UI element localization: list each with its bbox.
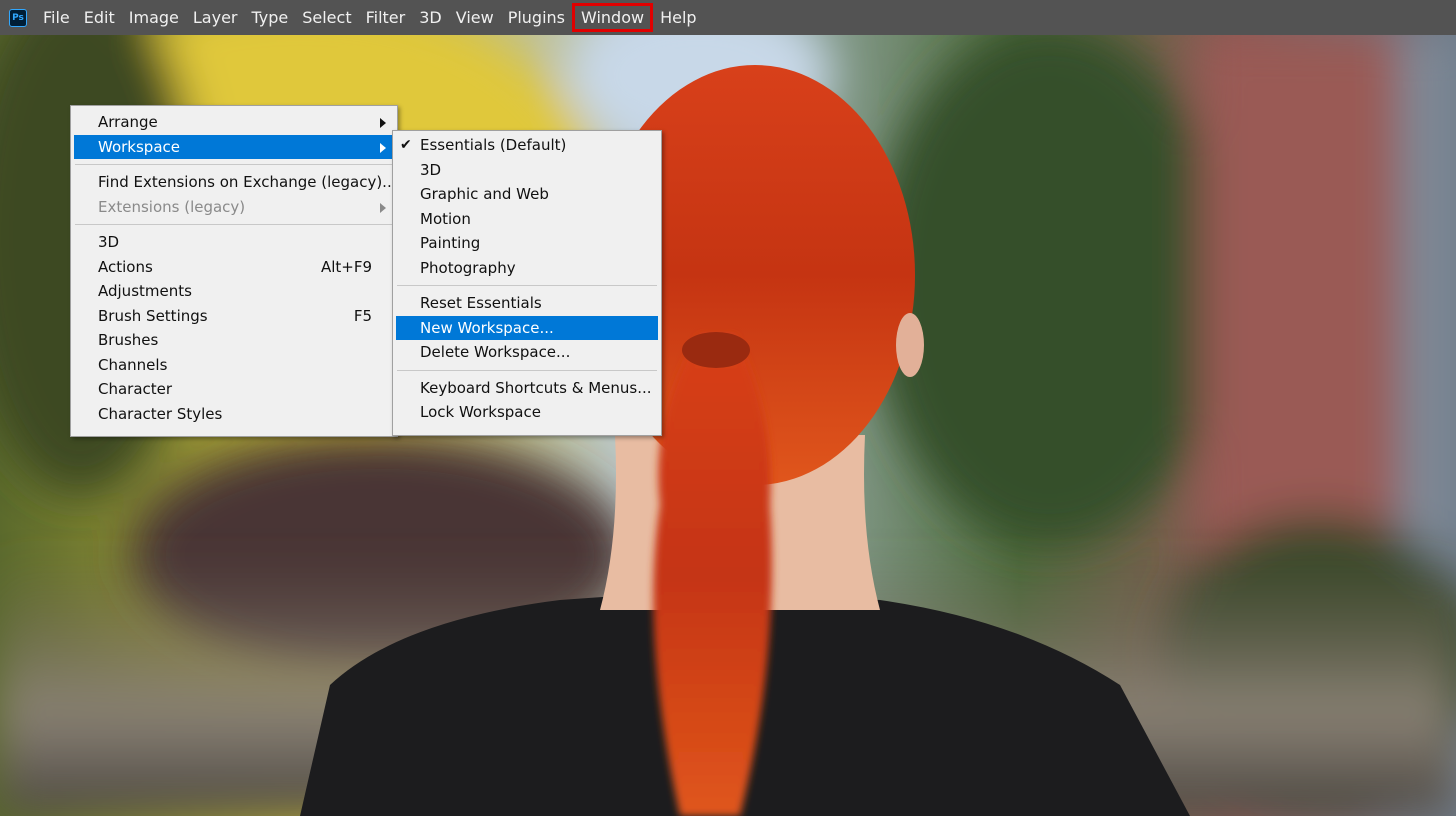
- menu-item-painting[interactable]: Painting: [396, 231, 658, 256]
- menu-file[interactable]: File: [36, 3, 77, 32]
- menu-item-adjustments[interactable]: Adjustments: [74, 279, 394, 304]
- menu-item-workspace[interactable]: Workspace: [74, 134, 394, 159]
- photoshop-logo-icon: Ps: [9, 8, 27, 27]
- menu-item-motion[interactable]: Motion: [396, 207, 658, 232]
- menu-item-find-extensions[interactable]: Find Extensions on Exchange (legacy)...: [74, 170, 397, 195]
- window-menu: Arrange Workspace Find Extensions on Exc…: [70, 105, 398, 437]
- menu-plugins[interactable]: Plugins: [501, 3, 572, 32]
- menu-item-motion-label: Motion: [420, 209, 471, 228]
- menu-item-graphic-web[interactable]: Graphic and Web: [396, 182, 658, 207]
- menu-item-arrange[interactable]: Arrange: [74, 110, 394, 135]
- menu-item-essentials-label: Essentials (Default): [420, 136, 567, 154]
- menu-window[interactable]: Window: [572, 3, 654, 32]
- menu-item-essentials[interactable]: ✔ Essentials (Default): [396, 133, 658, 158]
- menu-item-lock-workspace-label: Lock Workspace: [420, 403, 541, 421]
- menu-item-workspace-label: Workspace: [98, 137, 180, 156]
- menu-item-character-label: Character: [98, 380, 173, 398]
- submenu-arrow-icon: [380, 202, 386, 213]
- menu-item-character[interactable]: Character: [74, 377, 394, 402]
- menu-item-reset-essentials-label: Reset Essentials: [420, 294, 542, 312]
- menu-item-brush-settings-label: Brush Settings: [98, 306, 208, 325]
- menu-item-extensions: Extensions (legacy): [74, 195, 394, 220]
- menu-item-new-workspace-label: New Workspace...: [420, 318, 554, 337]
- menu-edit[interactable]: Edit: [77, 3, 122, 32]
- workspace-submenu: ✔ Essentials (Default) 3D Graphic and We…: [392, 130, 662, 436]
- menu-item-channels-label: Channels: [98, 355, 168, 374]
- menu-item-brushes[interactable]: Brushes: [74, 328, 394, 353]
- menu-item-delete-workspace[interactable]: Delete Workspace...: [396, 340, 658, 365]
- menu-separator: [75, 164, 393, 165]
- menu-separator: [397, 369, 657, 371]
- menu-item-actions-shortcut: Alt+F9: [320, 257, 372, 276]
- menu-item-photography-label: Photography: [420, 258, 516, 277]
- menu-item-actions[interactable]: Actions Alt+F9: [74, 255, 394, 280]
- menu-view[interactable]: View: [449, 3, 501, 32]
- menu-item-new-workspace[interactable]: New Workspace...: [396, 315, 658, 340]
- menu-item-character-styles[interactable]: Character Styles: [74, 402, 394, 427]
- menu-item-arrange-label: Arrange: [98, 113, 158, 131]
- menu-item-actions-label: Actions: [98, 257, 153, 276]
- menu-separator: [397, 285, 657, 286]
- menu-item-brushes-label: Brushes: [98, 331, 159, 349]
- menu-filter[interactable]: Filter: [359, 3, 413, 32]
- menu-item-adjustments-label: Adjustments: [98, 282, 192, 300]
- menu-item-reset-essentials[interactable]: Reset Essentials: [396, 291, 658, 316]
- menu-item-painting-label: Painting: [420, 234, 481, 252]
- submenu-arrow-icon: [380, 118, 386, 128]
- menu-item-delete-workspace-label: Delete Workspace...: [420, 343, 571, 361]
- menu-item-lock-workspace[interactable]: Lock Workspace: [396, 400, 658, 425]
- menu-item-extensions-label: Extensions (legacy): [98, 197, 246, 216]
- menu-layer[interactable]: Layer: [186, 3, 245, 32]
- menu-item-photography[interactable]: Photography: [396, 256, 658, 281]
- menu-item-keyboard-shortcuts[interactable]: Keyboard Shortcuts & Menus...: [396, 376, 658, 401]
- menu-type[interactable]: Type: [244, 3, 295, 32]
- submenu-arrow-icon: [380, 142, 386, 153]
- menu-item-brush-settings[interactable]: Brush Settings F5: [74, 304, 394, 329]
- menu-item-workspace-3d[interactable]: 3D: [396, 158, 658, 183]
- menu-item-brush-settings-shortcut: F5: [353, 306, 372, 325]
- menu-separator: [75, 224, 393, 225]
- menu-item-3d-label: 3D: [98, 233, 120, 251]
- menu-item-workspace-3d-label: 3D: [420, 160, 442, 179]
- menu-bar: Ps File Edit Image Layer Type Select Fil…: [0, 0, 1456, 35]
- menu-item-3d[interactable]: 3D: [74, 230, 394, 255]
- menu-3d[interactable]: 3D: [412, 3, 449, 32]
- menu-select[interactable]: Select: [295, 3, 358, 32]
- menu-item-graphic-web-label: Graphic and Web: [420, 185, 549, 203]
- menu-item-keyboard-shortcuts-label: Keyboard Shortcuts & Menus...: [420, 378, 652, 397]
- menu-item-channels[interactable]: Channels: [74, 353, 394, 378]
- menu-help[interactable]: Help: [653, 3, 703, 32]
- menu-image[interactable]: Image: [122, 3, 186, 32]
- menu-item-character-styles-label: Character Styles: [98, 404, 223, 423]
- menu-item-find-extensions-label: Find Extensions on Exchange (legacy)...: [98, 173, 397, 191]
- checkmark-icon: ✔: [400, 137, 412, 153]
